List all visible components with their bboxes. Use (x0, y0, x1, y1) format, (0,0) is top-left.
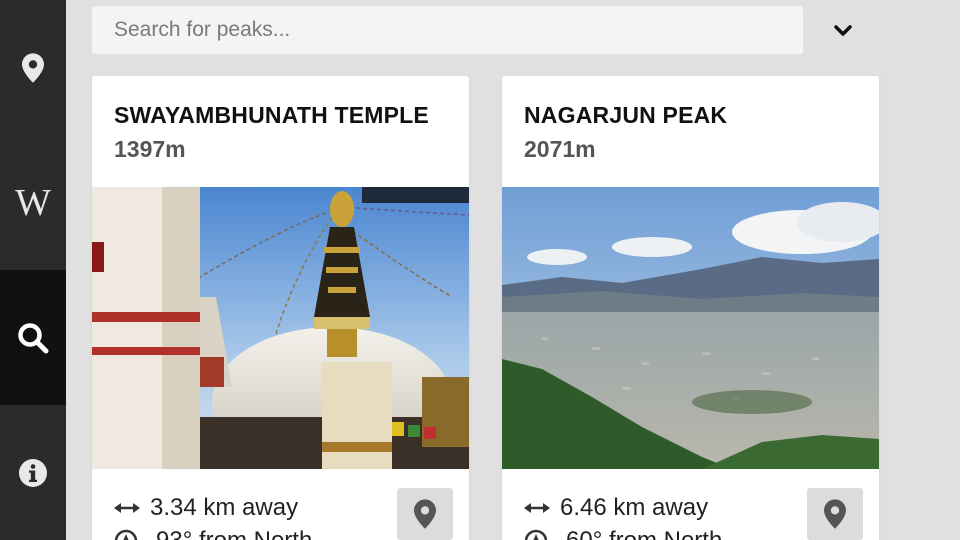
sidebar: W (0, 0, 66, 540)
distance-text: 6.46 km away (560, 494, 709, 521)
direction-text: -93° from North (148, 527, 312, 540)
search-icon (18, 322, 49, 353)
direction-row: -93° from North (114, 527, 312, 540)
peak-elevation: 2071m (524, 136, 596, 162)
distance-arrows-icon (114, 503, 140, 513)
peak-title: NAGARJUN PEAK (524, 102, 728, 128)
wikipedia-icon: W (15, 181, 51, 224)
map-marker-icon (824, 499, 846, 529)
search-bar (92, 6, 803, 54)
sidebar-item-wikipedia[interactable]: W (0, 135, 66, 270)
show-on-map-button[interactable] (397, 488, 453, 540)
direction-text: -60° from North (558, 527, 722, 540)
map-marker-icon (22, 52, 44, 83)
distance-text: 3.34 km away (150, 494, 299, 521)
peak-card[interactable]: NAGARJUN PEAK 2071m 6.46 km away (502, 76, 879, 540)
distance-arrows-icon (524, 503, 550, 513)
distance-row: 3.34 km away (114, 494, 298, 522)
sidebar-item-info[interactable] (0, 405, 66, 540)
peak-card[interactable]: SWAYAMBHUNATH TEMPLE 1397m 3.34 km away (92, 76, 469, 540)
sidebar-item-search[interactable] (0, 270, 66, 405)
show-on-map-button[interactable] (807, 488, 863, 540)
search-input[interactable] (114, 18, 803, 42)
map-marker-icon (414, 499, 436, 529)
peak-photo (92, 187, 469, 469)
peak-photo (502, 187, 879, 469)
distance-row: 6.46 km away (524, 494, 708, 522)
direction-row: -60° from North (524, 527, 722, 540)
dropdown-toggle-button[interactable] (826, 14, 860, 48)
chevron-down-icon (834, 25, 852, 36)
compass-icon (524, 529, 548, 540)
peak-title: SWAYAMBHUNATH TEMPLE (114, 102, 429, 128)
peak-elevation: 1397m (114, 136, 186, 162)
info-icon (19, 458, 47, 487)
compass-icon (114, 529, 138, 540)
sidebar-item-map[interactable] (0, 0, 66, 135)
